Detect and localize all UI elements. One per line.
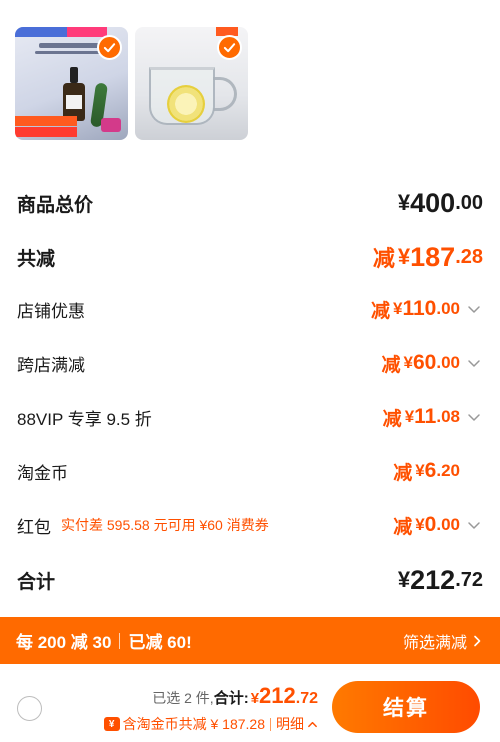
total-reduce-label: 共减 [17,248,56,270]
select-all-radio[interactable] [17,696,42,721]
checkout-button[interactable]: 结算 [332,681,480,733]
total-reduce-amount: 减 ¥ 187 .28 [372,241,483,272]
store-coupon-row[interactable]: 店铺优惠 减 ¥ 110 .00 [17,292,483,326]
product-thumbnail-1[interactable] [15,27,128,140]
cross-store-label: 跨店满减 [17,355,85,375]
thumbnail-tag [67,27,107,37]
taojinbi-amount: 减 ¥ 6 .20 [393,459,460,484]
taojinbi-row: 淘金币 减 ¥ 6 .20 [17,454,483,488]
promo-rule: 每 200 减 30 [16,633,112,652]
cart-badge-icon [101,118,121,132]
goods-total-label: 商品总价 [17,194,94,216]
subtotal-label: 合计 [17,571,56,593]
vip-discount-row[interactable]: 88VIP 专享 9.5 折 减 ¥ 11 .08 [17,400,483,434]
store-coupon-amount: 减 ¥ 110 .00 [371,296,483,323]
vip-discount-label: 88VIP 专享 9.5 折 [17,409,152,429]
hongbao-note: 实付差 595.58 元可用 ¥60 消费券 [61,517,269,533]
item-selected-check-icon[interactable] [217,35,242,60]
total-reduce-row: 共减 减 ¥ 187 .28 [17,238,483,276]
hongbao-row[interactable]: 红包 实付差 595.58 元可用 ¥60 消费券 减 ¥ 0 .00 [17,508,483,542]
discount-summary: 含淘金币共减 ¥ 187.28 [122,716,265,732]
promo-divider [119,632,121,649]
chevron-down-icon[interactable] [465,354,483,372]
discount-detail-toggle[interactable]: ¥ 含淘金币共减 ¥ 187.28 明细 [103,714,318,734]
thumbnail-tag [15,27,75,37]
checkout-bar: 已选 2 件, 合计: ¥ 212 .72 ¥ 含淘金币共减 ¥ 187.28 … [0,664,500,742]
chevron-down-icon[interactable] [465,300,483,318]
goods-total-amount: ¥ 400 .00 [397,187,483,218]
item-selected-check-icon[interactable] [97,35,122,60]
hongbao-label: 红包 [17,517,51,537]
product-thumbnail-2[interactable] [135,27,248,140]
product-lemon-image [167,85,205,123]
cross-store-row[interactable]: 跨店满减 减 ¥ 60 .00 [17,346,483,380]
cross-store-amount: 减 ¥ 60 .00 [382,350,483,377]
hongbao-amount: 减 ¥ 0 .00 [393,512,483,539]
store-coupon-label: 店铺优惠 [17,301,85,321]
promo-applied: 已减 60! [128,633,192,652]
chevron-down-icon[interactable] [465,408,483,426]
chevron-right-icon [474,635,481,646]
chevron-down-icon[interactable] [465,516,483,534]
detail-label: 明细 [276,716,304,732]
goods-total-row: 商品总价 ¥ 400 .00 [17,185,483,221]
checkout-total: 已选 2 件, 合计: ¥ 212 .72 [152,683,318,708]
selected-items-strip [15,27,248,140]
vip-discount-amount: 减 ¥ 11 .08 [383,404,483,431]
subtotal-row: 合计 ¥ 212 .72 [17,561,483,599]
taojinbi-label: 淘金币 [17,463,68,483]
filter-discount-link[interactable]: 筛选满减 [403,629,484,653]
chevron-up-icon [308,721,317,727]
total-label: 合计: [213,690,249,707]
subtotal-amount: ¥ 212 .72 [397,564,483,595]
coupon-icon: ¥ [103,717,120,731]
promo-bar: 每 200 减 30 已减 60! 筛选满减 [0,617,500,664]
selected-count: 已选 2 件, [152,690,214,706]
